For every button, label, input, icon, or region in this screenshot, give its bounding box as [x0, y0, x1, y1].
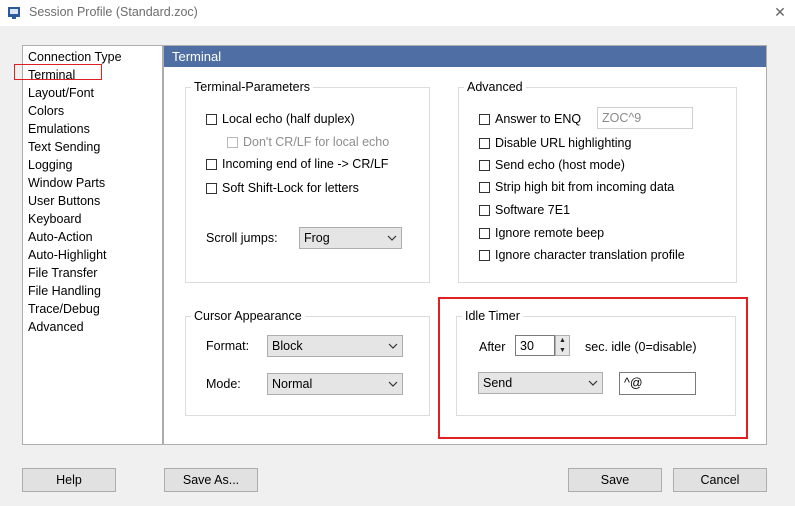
close-icon[interactable]: ✕ [767, 2, 793, 22]
app-icon [7, 5, 21, 19]
nav-item-colors[interactable]: Colors [28, 102, 64, 120]
nav-item-trace-debug[interactable]: Trace/Debug [28, 300, 100, 318]
nav-item-file-handling[interactable]: File Handling [28, 282, 101, 300]
panel-header: Terminal [164, 46, 766, 67]
dont-crlf-label: Don't CR/LF for local echo [243, 135, 390, 149]
chevron-down-icon [387, 235, 397, 241]
incoming-eol-label: Incoming end of line -> CR/LF [222, 157, 389, 171]
strip-high-bit-checkbox[interactable]: Strip high bit from incoming data [479, 179, 674, 195]
format-value: Block [272, 339, 303, 353]
software-7e1-label: Software 7E1 [495, 203, 571, 217]
ignore-translation-label: Ignore character translation profile [495, 248, 685, 262]
chevron-down-icon [388, 343, 398, 349]
checkbox-box[interactable] [206, 114, 217, 125]
chevron-down-icon [388, 381, 398, 387]
strip-high-bit-label: Strip high bit from incoming data [495, 180, 675, 194]
checkbox-box[interactable] [227, 137, 238, 148]
nav-item-advanced[interactable]: Advanced [28, 318, 84, 336]
checkbox-box[interactable] [479, 182, 490, 193]
disable-url-label: Disable URL highlighting [495, 136, 632, 150]
nav-item-window-parts[interactable]: Window Parts [28, 174, 105, 192]
cursor-appearance-group [185, 316, 430, 416]
soft-shift-checkbox[interactable]: Soft Shift-Lock for letters [206, 180, 359, 196]
panel-title: Terminal [172, 49, 222, 64]
nav-item-file-transfer[interactable]: File Transfer [28, 264, 97, 282]
checkbox-box[interactable] [206, 159, 217, 170]
ignore-beep-checkbox[interactable]: Ignore remote beep [479, 225, 604, 241]
answer-enq-label: Answer to ENQ [495, 112, 582, 126]
checkbox-box[interactable] [479, 228, 490, 239]
nav-item-logging[interactable]: Logging [28, 156, 73, 174]
selection-highlight [14, 64, 102, 80]
cursor-appearance-title: Cursor Appearance [191, 309, 305, 323]
nav-item-auto-highlight[interactable]: Auto-Highlight [28, 246, 107, 264]
save-button[interactable]: Save [568, 468, 662, 492]
local-echo-label: Local echo (half duplex) [222, 112, 355, 126]
send-echo-label: Send echo (host mode) [495, 158, 625, 172]
category-list: Connection Type Terminal Layout/Font Col… [22, 45, 163, 445]
nav-item-emulations[interactable]: Emulations [28, 120, 90, 138]
cancel-button[interactable]: Cancel [673, 468, 767, 492]
checkbox-box[interactable] [479, 160, 490, 171]
dont-crlf-checkbox[interactable]: Don't CR/LF for local echo [227, 134, 389, 150]
checkbox-box[interactable] [479, 114, 490, 125]
idle-timer-highlight [438, 297, 748, 439]
advanced-title: Advanced [464, 80, 526, 94]
mode-select[interactable]: Normal [267, 373, 403, 395]
mode-value: Normal [272, 377, 313, 391]
send-echo-checkbox[interactable]: Send echo (host mode) [479, 157, 625, 173]
help-button[interactable]: Help [22, 468, 116, 492]
format-select[interactable]: Block [267, 335, 403, 357]
terminal-parameters-title: Terminal-Parameters [191, 80, 314, 94]
mode-label: Mode: [206, 377, 241, 391]
checkbox-box[interactable] [479, 205, 490, 216]
scroll-jumps-label: Scroll jumps: [206, 231, 278, 245]
nav-item-auto-action[interactable]: Auto-Action [28, 228, 93, 246]
nav-item-keyboard[interactable]: Keyboard [28, 210, 82, 228]
checkbox-box[interactable] [206, 183, 217, 194]
answer-enq-checkbox[interactable]: Answer to ENQ [479, 111, 581, 127]
disable-url-checkbox[interactable]: Disable URL highlighting [479, 135, 631, 151]
nav-item-user-buttons[interactable]: User Buttons [28, 192, 100, 210]
checkbox-box[interactable] [479, 138, 490, 149]
scroll-jumps-value: Frog [304, 231, 330, 245]
nav-item-text-sending[interactable]: Text Sending [28, 138, 100, 156]
format-label: Format: [206, 339, 250, 353]
window-title: Session Profile (Standard.zoc) [29, 5, 198, 19]
ignore-translation-checkbox[interactable]: Ignore character translation profile [479, 247, 685, 263]
software-7e1-checkbox[interactable]: Software 7E1 [479, 202, 570, 218]
checkbox-box[interactable] [479, 250, 490, 261]
incoming-eol-checkbox[interactable]: Incoming end of line -> CR/LF [206, 156, 388, 172]
scroll-jumps-select[interactable]: Frog [299, 227, 402, 249]
save-as-button[interactable]: Save As... [164, 468, 258, 492]
local-echo-checkbox[interactable]: Local echo (half duplex) [206, 111, 355, 127]
answer-enq-input[interactable]: ZOC^9 [597, 107, 693, 129]
ignore-beep-label: Ignore remote beep [495, 226, 605, 240]
soft-shift-label: Soft Shift-Lock for letters [222, 181, 359, 195]
nav-item-layout-font[interactable]: Layout/Font [28, 84, 94, 102]
